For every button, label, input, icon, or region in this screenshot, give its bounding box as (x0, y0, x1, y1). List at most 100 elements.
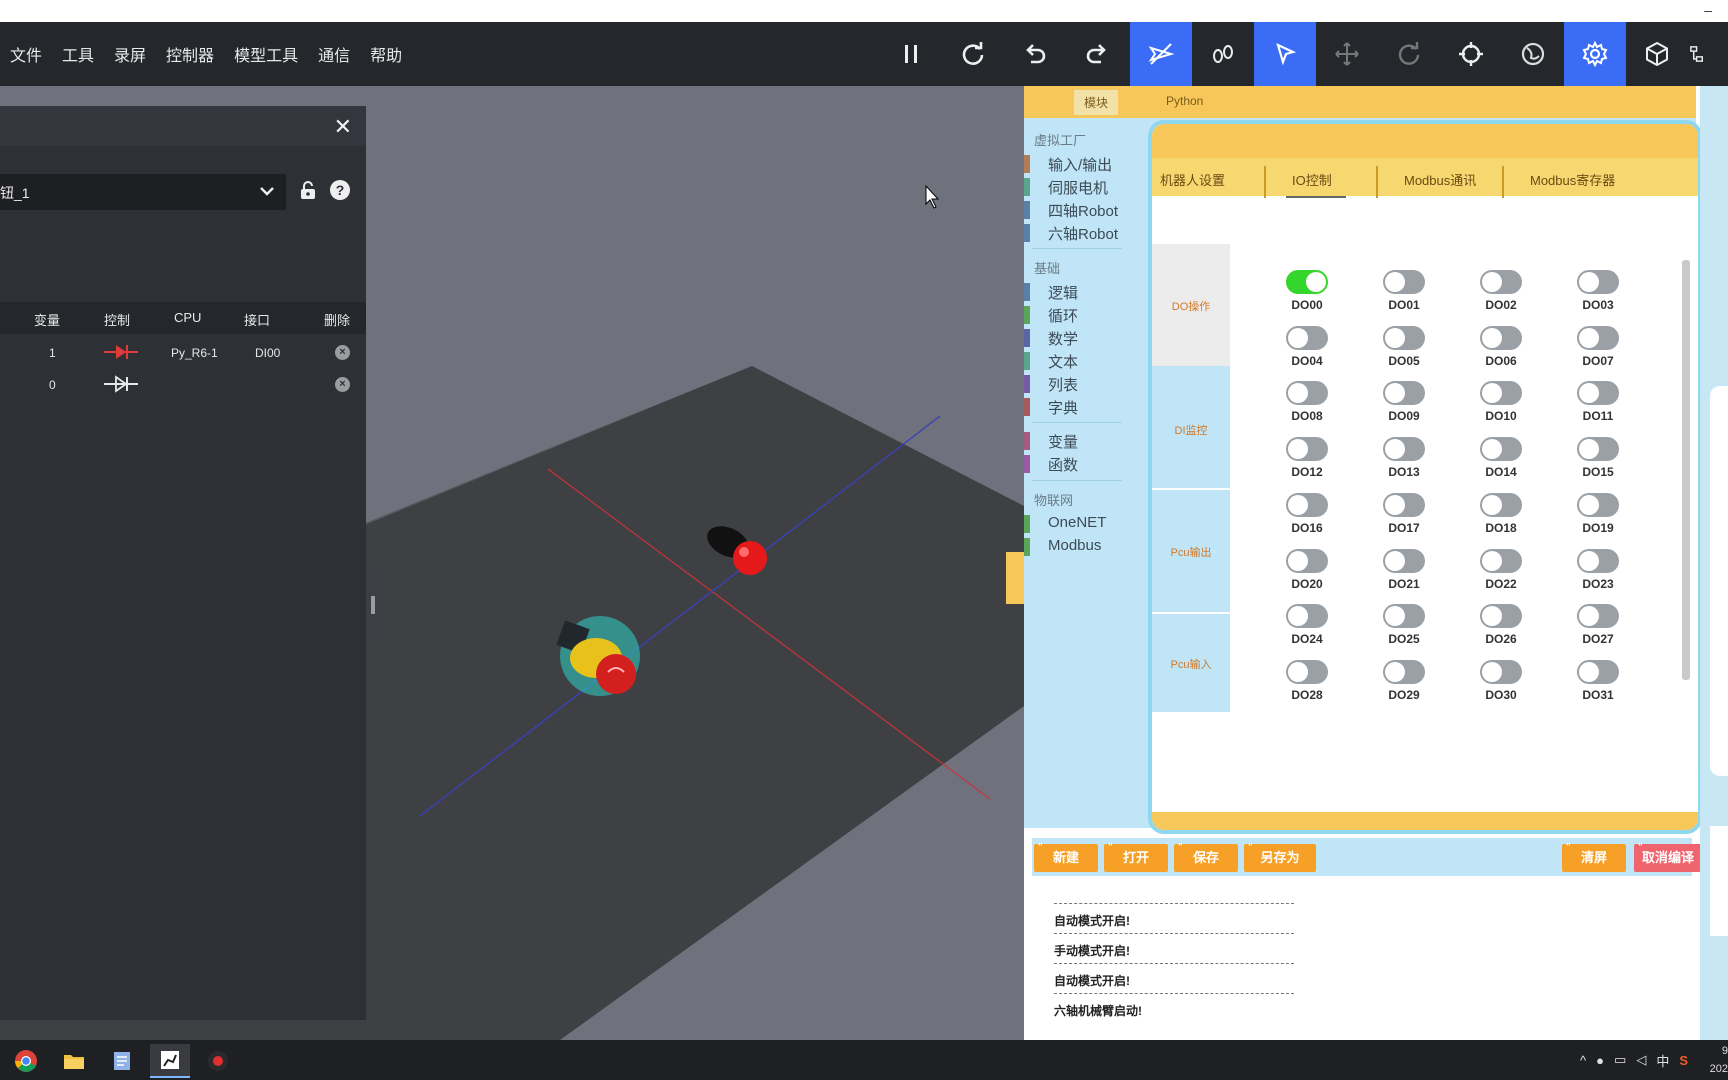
do-toggle-switch[interactable] (1286, 381, 1328, 406)
sogou-icon[interactable]: S (1679, 1053, 1688, 1068)
category-4axis[interactable]: 四轴Robot (1048, 200, 1118, 221)
undo-button[interactable] (1004, 22, 1066, 86)
category-loop[interactable]: 循环 (1048, 305, 1078, 326)
save-button[interactable]: 保存 (1174, 834, 1238, 872)
do-toggle-switch[interactable] (1286, 437, 1328, 462)
do-toggle-switch[interactable] (1286, 270, 1328, 294)
chevron-up-icon[interactable]: ^ (1580, 1053, 1586, 1068)
do-toggle-switch[interactable] (1383, 437, 1425, 462)
do-toggle-switch[interactable] (1480, 381, 1522, 406)
microphone-icon[interactable]: ● (1596, 1053, 1604, 1068)
category-modbus[interactable]: Modbus (1048, 537, 1101, 554)
category-text[interactable]: 文本 (1048, 351, 1078, 372)
do-toggle-switch[interactable] (1383, 604, 1425, 629)
panel-resize-handle[interactable] (366, 568, 380, 642)
do-toggle-switch[interactable] (1480, 604, 1522, 629)
pause-button[interactable] (880, 22, 942, 86)
do-toggle-switch[interactable] (1480, 437, 1522, 462)
menu-help[interactable]: 帮助 (370, 42, 402, 66)
cancel-compile-button[interactable]: 取消编译 (1634, 834, 1702, 872)
fly-mode-button[interactable] (1130, 22, 1192, 86)
open-button[interactable]: 打开 (1104, 834, 1168, 872)
select-tool-button[interactable] (1254, 22, 1316, 86)
clock[interactable]: 9 202 (1706, 1042, 1728, 1078)
side-tab-do[interactable]: DO操作 (1152, 244, 1230, 366)
tab-blocks[interactable]: 模块 (1074, 90, 1119, 115)
menu-controller[interactable]: 控制器 (166, 42, 214, 66)
do-toggle-switch[interactable] (1286, 659, 1328, 684)
menu-communication[interactable]: 通信 (318, 42, 350, 66)
category-onenet[interactable]: OneNET (1048, 514, 1106, 531)
do-toggle-switch[interactable] (1577, 270, 1619, 294)
category-6axis[interactable]: 六轴Robot (1048, 223, 1118, 244)
tab-modbus-register[interactable]: Modbus寄存器 (1530, 170, 1615, 189)
do-toggle-switch[interactable] (1383, 492, 1425, 517)
do-toggle-switch[interactable] (1577, 325, 1619, 350)
tab-modbus-comm[interactable]: Modbus通讯 (1404, 170, 1476, 189)
reset-button[interactable] (942, 22, 1004, 86)
category-math[interactable]: 数学 (1048, 328, 1078, 349)
do-toggle-switch[interactable] (1480, 270, 1522, 294)
do-toggle-switch[interactable] (1383, 270, 1425, 294)
do-toggle-switch[interactable] (1383, 381, 1425, 406)
do-toggle-switch[interactable] (1577, 492, 1619, 517)
taskbar-app[interactable] (102, 1044, 142, 1078)
hierarchy-button[interactable] (1688, 22, 1720, 86)
vertical-scrollbar[interactable] (1682, 260, 1690, 680)
taskbar-app[interactable] (6, 1044, 46, 1078)
do-toggle-switch[interactable] (1286, 492, 1328, 517)
do-toggle-switch[interactable] (1577, 659, 1619, 684)
new-button[interactable]: 新建 (1034, 834, 1098, 872)
taskbar-app[interactable] (198, 1044, 238, 1078)
help-icon[interactable]: ? (330, 180, 350, 200)
network-icon[interactable]: ▭ (1614, 1052, 1626, 1068)
tab-io-control[interactable]: IO控制 (1292, 170, 1332, 189)
do-toggle-switch[interactable] (1480, 492, 1522, 517)
do-toggle-switch[interactable] (1577, 548, 1619, 573)
menu-file[interactable]: 文件 (10, 42, 42, 66)
do-toggle-switch[interactable] (1480, 325, 1522, 350)
menu-record[interactable]: 录屏 (114, 42, 146, 66)
category-servo[interactable]: 伺服电机 (1048, 177, 1108, 198)
side-tab-pcu-out[interactable]: Pcu输出 (1152, 490, 1230, 612)
delete-row-icon[interactable]: × (335, 377, 350, 392)
category-dict[interactable]: 字典 (1048, 397, 1078, 418)
do-toggle-switch[interactable] (1286, 325, 1328, 350)
do-toggle-switch[interactable] (1383, 659, 1425, 684)
volume-icon[interactable]: ◁ (1636, 1052, 1646, 1068)
taskbar-app[interactable] (54, 1044, 94, 1078)
walk-mode-button[interactable] (1192, 22, 1254, 86)
diode-icon[interactable] (104, 374, 138, 394)
taskbar-app-active[interactable] (150, 1044, 190, 1078)
category-io[interactable]: 输入/输出 (1048, 154, 1112, 175)
redo-button[interactable] (1066, 22, 1128, 86)
unlock-icon[interactable] (298, 180, 318, 200)
focus-button[interactable] (1440, 22, 1502, 86)
rotate-tool-button[interactable] (1378, 22, 1440, 86)
category-variable[interactable]: 变量 (1048, 431, 1078, 452)
category-function[interactable]: 函数 (1048, 454, 1078, 475)
do-toggle-switch[interactable] (1480, 659, 1522, 684)
move-tool-button[interactable] (1316, 22, 1378, 86)
diode-active-icon[interactable] (104, 342, 138, 362)
ime-indicator[interactable]: 中 (1656, 1051, 1669, 1070)
collapse-arrow-icon[interactable] (1006, 552, 1024, 604)
world-view-button[interactable] (1502, 22, 1564, 86)
do-toggle-switch[interactable] (1577, 604, 1619, 629)
tab-python[interactable]: Python (1166, 94, 1203, 108)
do-toggle-switch[interactable] (1480, 548, 1522, 573)
do-toggle-switch[interactable] (1577, 437, 1619, 462)
component-select[interactable]: 钮_1 (0, 174, 286, 210)
do-toggle-switch[interactable] (1286, 548, 1328, 573)
category-list[interactable]: 列表 (1048, 374, 1078, 395)
menu-tools[interactable]: 工具 (62, 42, 94, 66)
save-as-button[interactable]: 另存为 (1244, 834, 1316, 872)
do-toggle-switch[interactable] (1577, 381, 1619, 406)
clear-button[interactable]: 清屏 (1562, 834, 1626, 872)
do-toggle-switch[interactable] (1286, 604, 1328, 629)
category-logic[interactable]: 逻辑 (1048, 282, 1078, 303)
minimize-button[interactable]: – (1704, 2, 1712, 18)
tab-robot-settings[interactable]: 机器人设置 (1160, 170, 1225, 189)
do-toggle-switch[interactable] (1383, 548, 1425, 573)
settings-button[interactable] (1564, 22, 1626, 86)
